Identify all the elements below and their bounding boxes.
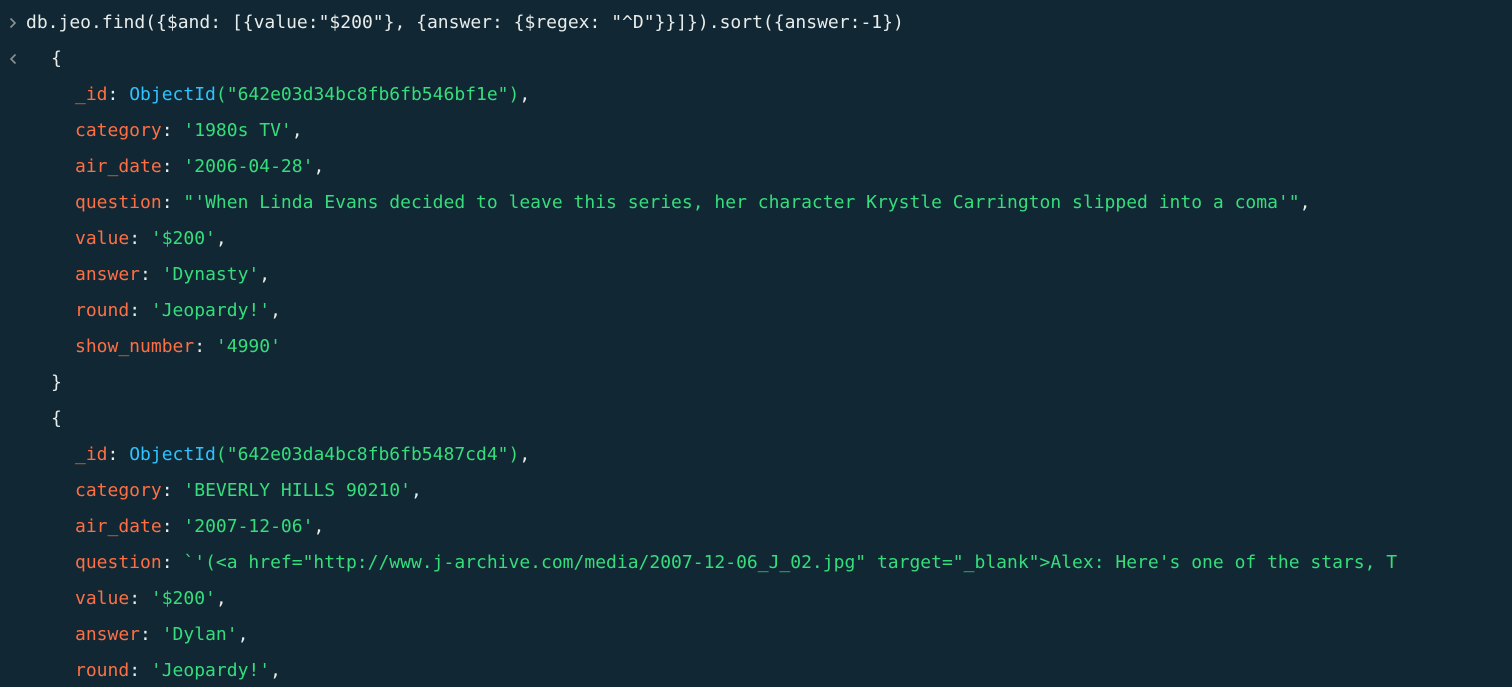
result-open-brace: { xyxy=(0,41,1512,77)
field-value: '4990' xyxy=(215,336,281,357)
field-row: round: 'Jeopardy!', xyxy=(75,660,281,681)
mongosh-output-pane: db.jeo.find({$and: [{value:"$200"}, {ans… xyxy=(0,0,1512,687)
field-value: ("642e03da4bc8fb6fb5487cd4") xyxy=(215,444,520,465)
field-value: ("642e03d34bc8fb6fb546bf1e") xyxy=(215,84,520,105)
field-func: ObjectId xyxy=(129,84,216,105)
field-key: air_date xyxy=(75,156,162,177)
field-row: round: 'Jeopardy!', xyxy=(75,300,281,321)
field-func: ObjectId xyxy=(129,444,216,465)
field-value: 'Dynasty' xyxy=(161,264,260,285)
field-key: round xyxy=(75,300,130,321)
field-value: 'Jeopardy!' xyxy=(150,660,271,681)
field-row: value: '$200', xyxy=(75,228,227,249)
field-row: category: '1980s TV', xyxy=(75,120,303,141)
field-value: '2006-04-28' xyxy=(183,156,314,177)
chevron-left-icon xyxy=(6,41,20,77)
field-key: round xyxy=(75,660,130,681)
field-value: '1980s TV' xyxy=(183,120,292,141)
field-key: _id xyxy=(75,444,108,465)
field-row: _id: ObjectId("642e03d34bc8fb6fb546bf1e"… xyxy=(75,84,531,105)
field-row: answer: 'Dylan', xyxy=(75,624,249,645)
field-value: `'(<a href="http://www.j-archive.com/med… xyxy=(183,552,1398,573)
field-key: air_date xyxy=(75,516,162,537)
field-value: 'Dylan' xyxy=(161,624,238,645)
field-value: 'Jeopardy!' xyxy=(150,300,271,321)
field-row: air_date: '2007-12-06', xyxy=(75,516,325,537)
result-open-brace: { xyxy=(0,401,1512,437)
open-brace: { xyxy=(51,48,62,69)
field-row: show_number: '4990' xyxy=(75,336,281,357)
field-value: '$200' xyxy=(150,588,216,609)
field-value: '2007-12-06' xyxy=(183,516,314,537)
field-row: question: "'When Linda Evans decided to … xyxy=(75,192,1311,213)
field-key: value xyxy=(75,228,130,249)
chevron-right-icon xyxy=(6,5,20,41)
field-key: value xyxy=(75,588,130,609)
field-key: question xyxy=(75,552,162,573)
field-key: category xyxy=(75,120,162,141)
result-close-brace: } xyxy=(0,365,1512,401)
field-key: show_number xyxy=(75,336,195,357)
field-row: value: '$200', xyxy=(75,588,227,609)
field-value: "'When Linda Evans decided to leave this… xyxy=(183,192,1300,213)
open-brace: { xyxy=(51,408,62,429)
field-row: question: `'(<a href="http://www.j-archi… xyxy=(75,552,1398,573)
field-key: answer xyxy=(75,264,141,285)
field-row: air_date: '2006-04-28', xyxy=(75,156,325,177)
field-value: '$200' xyxy=(150,228,216,249)
field-key: _id xyxy=(75,84,108,105)
close-brace: } xyxy=(51,372,62,393)
command-text[interactable]: db.jeo.find({$and: [{value:"$200"}, {ans… xyxy=(26,5,904,41)
field-row: category: 'BEVERLY HILLS 90210', xyxy=(75,480,422,501)
field-row: answer: 'Dynasty', xyxy=(75,264,271,285)
field-key: question xyxy=(75,192,162,213)
command-line[interactable]: db.jeo.find({$and: [{value:"$200"}, {ans… xyxy=(0,5,1512,41)
field-value: 'BEVERLY HILLS 90210' xyxy=(183,480,411,501)
field-key: category xyxy=(75,480,162,501)
field-row: _id: ObjectId("642e03da4bc8fb6fb5487cd4"… xyxy=(75,444,531,465)
field-key: answer xyxy=(75,624,141,645)
